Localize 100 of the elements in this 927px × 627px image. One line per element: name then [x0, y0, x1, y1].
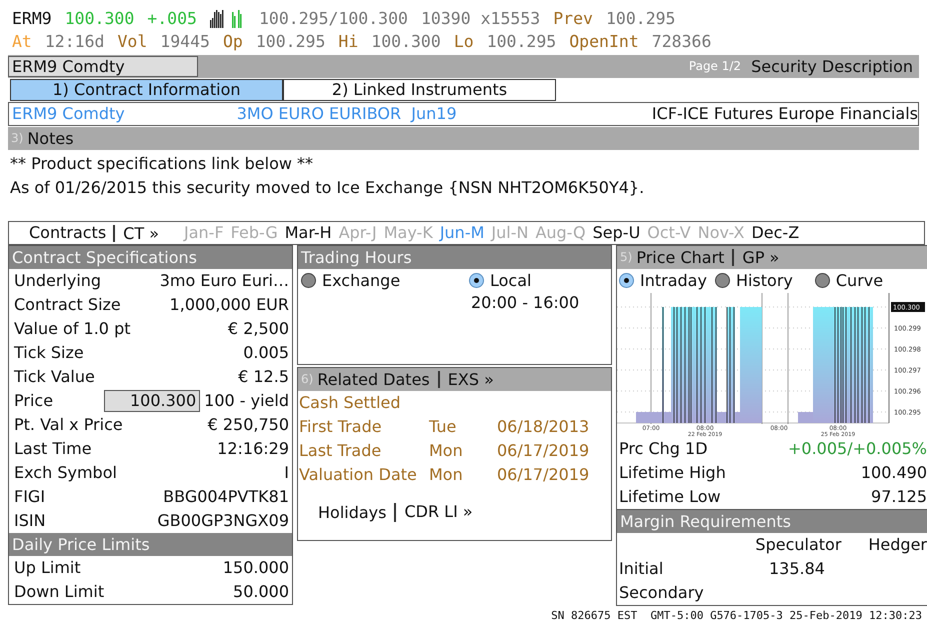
contracts-link[interactable]: CT »: [113, 224, 159, 242]
field-value: 100 - yield: [204, 391, 289, 411]
field-value: Tue: [429, 417, 458, 437]
field-label: Last Trade: [299, 441, 382, 461]
field-value: 97.125: [871, 487, 927, 507]
field-value: 06/18/2013: [497, 417, 590, 437]
month-link[interactable]: Mar-H: [284, 223, 332, 243]
field-label: Prc Chg 1D: [619, 439, 708, 459]
quote-value: 10390 x15553: [420, 8, 540, 28]
quote-value: ERM9: [12, 8, 52, 28]
quote-value: 100.300: [64, 8, 134, 28]
exchange-name: ICF-ICE Futures Europe Financials: [652, 104, 918, 124]
contracts-label: Contracts: [29, 223, 106, 243]
column-header: Hedger: [868, 535, 927, 555]
field-label: Hi: [338, 32, 358, 52]
quote-value: 100.300: [371, 32, 441, 52]
quote-value: 100.295: [256, 32, 326, 52]
field-value: GB00GP3NGX09: [157, 511, 289, 531]
tab[interactable]: 1) Contract Information: [10, 79, 283, 101]
field-label: FIGI: [14, 487, 46, 507]
field-value: 1,000,000 EUR: [170, 295, 289, 315]
field-label: At: [12, 32, 32, 52]
field-value: 12:16:29: [217, 439, 289, 459]
section-title: Notes: [27, 128, 74, 148]
quote-value: 100.295: [606, 8, 676, 28]
quote-value: 728366: [652, 32, 712, 52]
field-label: Initial: [619, 559, 664, 579]
field-label: Prev: [553, 8, 593, 28]
field-label: First Trade: [299, 417, 383, 437]
field-label: Lifetime Low: [619, 487, 721, 507]
field-label: Value of 1.0 pt: [14, 319, 130, 339]
field-label: Lifetime High: [619, 463, 726, 483]
quote-value: +.005: [147, 8, 197, 28]
field-label: Up Limit: [14, 558, 81, 578]
month-link[interactable]: Dec-Z: [751, 223, 800, 243]
section-title: Price Chart: [636, 248, 724, 268]
trading-hours-value: 20:00 - 16:00: [471, 293, 580, 312]
note-text: ** Product specifications link below **: [10, 153, 314, 175]
field-value: I: [284, 463, 289, 483]
field-value: 135.84: [769, 559, 825, 579]
section-link[interactable]: EXS »: [438, 371, 494, 388]
field-value: 06/17/2019: [497, 465, 590, 485]
field-value: BBG004PVTK81: [163, 487, 289, 507]
field-value: Mon: [429, 441, 464, 461]
price-field[interactable]: 100.300: [104, 390, 200, 412]
field-label: Tick Size: [14, 343, 84, 363]
status-bar-text: SN 826675 EST GMT-5:00 G576-1705-3 25-Feb-2019 12:30:23: [550, 609, 923, 622]
field-value: € 250,750: [208, 415, 289, 435]
radio-button[interactable]: [301, 273, 316, 288]
field-label: OpenInt: [569, 32, 639, 52]
radio-label: Local: [490, 271, 532, 290]
field-value: 100.490: [860, 463, 927, 483]
radio-button[interactable]: [814, 273, 830, 288]
field-value: 0.005: [243, 343, 289, 363]
section-title: Contract Specifications: [12, 248, 197, 268]
field-label: Underlying: [14, 271, 102, 291]
month-link[interactable]: Sep-U: [592, 223, 640, 243]
field-label: Pt. Val x Price: [14, 415, 123, 435]
security-name: 3MO EURO EURIBOR Jun19: [236, 104, 457, 124]
radio-button[interactable]: [469, 273, 484, 288]
field-value: 06/17/2019: [497, 441, 590, 461]
quote-value: 19445: [160, 32, 210, 52]
field-label: Lo: [454, 32, 474, 52]
field-label: Op: [222, 32, 243, 52]
screen-title: Security Description: [751, 56, 913, 76]
field-label: Cash Settled: [299, 393, 402, 413]
quote-value: 100.295/100.300: [258, 8, 408, 28]
field-label: Tick Value: [14, 367, 95, 387]
field-label: Valuation Date: [299, 465, 418, 485]
field-value: 3mo Euro Euri…: [160, 271, 289, 291]
radio-label: Exchange: [322, 271, 400, 290]
radio-button[interactable]: [619, 273, 634, 288]
holidays-label: Holidays: [318, 503, 386, 522]
field-value: +0.005/+0.005%: [788, 439, 927, 459]
field-label: Contract Size: [14, 295, 121, 315]
radio-label: History: [736, 271, 793, 290]
radio-label: Intraday: [640, 271, 707, 290]
quote-value: 12:16d: [44, 32, 104, 52]
field-label: Down Limit: [14, 582, 104, 602]
column-header: Speculator: [755, 535, 842, 555]
field-label: Vol: [117, 32, 148, 52]
note-text: As of 01/26/2015 this security moved to Ice Exchange {NSN NHT2OM6K50Y4}.: [10, 177, 646, 199]
field-label: ISIN: [14, 511, 46, 531]
radio-label: Curve: [836, 271, 884, 290]
tab[interactable]: 2) Linked Instruments: [283, 79, 556, 101]
field-value: Mon: [429, 465, 464, 485]
section-title: Margin Requirements: [620, 512, 791, 532]
holidays-link[interactable]: CDR LI »: [394, 503, 473, 522]
quote-value: 100.295: [486, 32, 556, 52]
field-label: Exch Symbol: [14, 463, 117, 483]
radio-button[interactable]: [714, 273, 730, 288]
page-indicator: Page 1/2: [688, 59, 742, 74]
section-link[interactable]: GP »: [732, 249, 780, 266]
section-title: Daily Price Limits: [12, 534, 150, 554]
field-label: Price: [14, 391, 54, 411]
field-value: 50.000: [233, 582, 289, 602]
field-label: Last Time: [14, 439, 92, 459]
field-value: € 12.5: [238, 367, 289, 387]
section-title: Trading Hours: [301, 248, 412, 268]
security-field[interactable]: ERM9 Comdty: [8, 56, 198, 77]
